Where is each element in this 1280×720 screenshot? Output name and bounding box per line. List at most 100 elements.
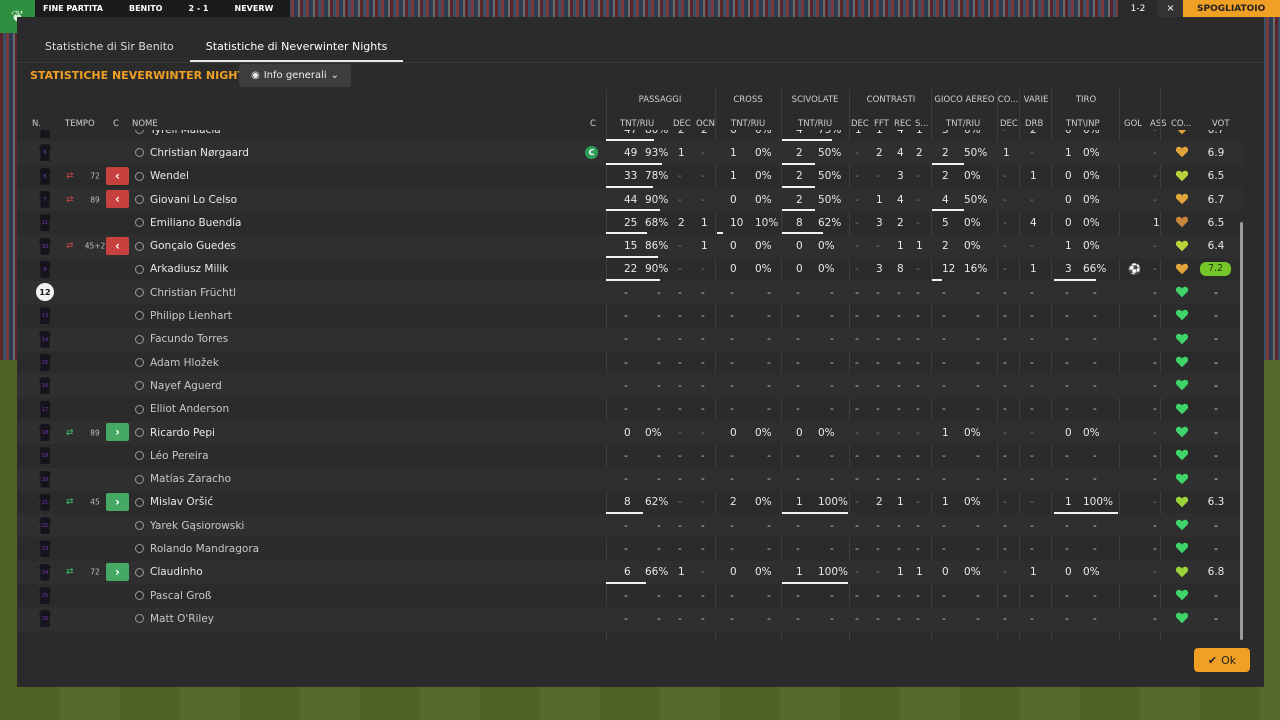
player-name[interactable]: Pascal Groß [150,590,212,602]
column-header-sciv-tr[interactable]: TNT/RIU [798,119,832,129]
player-name[interactable]: Facundo Torres [150,333,228,345]
shirt-icon: 22 [39,517,51,535]
player-name[interactable]: Matt O'Riley [150,613,214,625]
table-row[interactable]: 10 ⇄ 45+2 ‹ Gonçalo Guedes 15 86% -1 0 0% 0 0% - -1 1 2… [17,234,1243,258]
player-name[interactable]: Giovani Lo Celso [150,194,237,206]
column-header-pass-ocn[interactable]: OCN [696,119,715,129]
column-header-aereo-tr[interactable]: TNT/RIU [946,119,980,129]
empty-stat: - [830,589,834,602]
player-name[interactable]: Philipp Lienhart [150,310,232,322]
column-header-con-dec[interactable]: DEC [851,119,869,129]
contrasti-value: 1 [916,240,923,253]
column-header-ass[interactable]: ASS [1150,119,1167,129]
player-name[interactable]: Arkadiusz Milik [150,263,228,275]
column-header-con-rec[interactable]: REC [894,119,911,129]
player-name[interactable]: Yarek Gąsiorowski [150,520,244,532]
table-row[interactable]: 25 Pascal Groß - - - - - - - - - - - - - - - - - - - - [17,584,1243,607]
table-row[interactable]: 22 Yarek Gąsiorowski - - - - - - - - - - - - - - - - - - - - [17,514,1243,538]
empty-stat: - [1153,403,1157,416]
empty-stat: - [855,449,859,462]
contrasti-value: - [916,170,920,183]
condition-heart-icon [1175,170,1189,181]
column-header-pass-dec[interactable]: DEC [673,119,691,129]
assists: - [1153,263,1157,276]
player-name[interactable]: Tyrell Malacia [150,130,221,136]
table-row[interactable]: 23 Rolando Mandragora - - - - - - - - - - - - - - - - - - - - [17,537,1243,560]
condition-heart-icon [1175,426,1189,438]
ok-button[interactable]: ✔ Ok [1194,648,1250,672]
player-name[interactable]: Nayef Aguerd [150,380,222,392]
column-header-gol[interactable]: GOL [1124,119,1142,129]
scrollbar[interactable] [1240,222,1243,640]
table-row[interactable]: 26 Matt O'Riley - - - - - - - - - - - - - - - - - - - - [17,607,1243,631]
table-row[interactable]: 24 ⇄ 72 › Claudinho 6 66% 1-0 0% 1 100% - -1 1 0 0% -1 0 0… [17,560,1243,584]
column-header-con-fft[interactable]: FFT [874,119,889,129]
column-header-vot[interactable]: VOT [1212,119,1230,129]
column-header-co[interactable]: CO... [1171,119,1191,129]
pass-ocn: - [701,193,705,206]
table-row[interactable]: 11 Emiliano Buendía 25 68% 2 1 10 10% 8 62% -3 2-5 0… [17,211,1243,235]
column-header-c2[interactable]: C [590,119,596,129]
column-header-cross-tr[interactable]: TNT/RIU [731,119,765,129]
column-header-co-dec[interactable]: DEC [1000,119,1018,129]
tab-home-stats[interactable]: Statistiche di Sir Benito [29,40,190,62]
player-name[interactable]: Emiliano Buendía [150,217,241,229]
tab-away-stats[interactable]: Statistiche di Neverwinter Nights [189,40,404,62]
cross-attempted: 1 [730,170,737,183]
tackle-pct: 0% [818,426,835,439]
view-dropdown[interactable]: ◉ Info generali ⌄ [239,64,351,87]
player-name[interactable]: Christian Nørgaard [150,147,249,159]
player-name[interactable]: Christian Früchtl [150,287,236,299]
player-name[interactable]: Ricardo Pepi [150,427,215,439]
column-header-num[interactable]: N. [32,119,41,129]
aerial-pct: 0% [964,496,981,509]
dressing-room-button[interactable]: SPOGLIATOIO [1183,0,1280,17]
empty-stat: - [678,589,682,602]
player-name[interactable]: Matías Zaracho [150,473,231,485]
aerial-attempted: 4 [942,193,949,206]
table-row[interactable]: 15 Adam Hložek - - - - - - - - - - - - - - - - - - - - [17,351,1243,374]
player-name[interactable]: Léo Pereira [150,450,209,462]
column-header-tempo[interactable]: TEMPO [65,119,95,129]
table-row[interactable]: 20 Matías Zaracho - - - - - - - - - - - - - - - - - - - - [17,467,1243,491]
assists: 1 [1153,216,1160,229]
aerial-pct: 50% [964,193,988,206]
player-name[interactable]: Gonçalo Guedes [150,240,236,252]
empty-stat: - [942,333,946,346]
empty-stat: - [1065,356,1069,369]
shirt-icon: 14 [39,330,51,348]
table-row[interactable]: 9 Arkadiusz Milik 22 90% - -0 0% 0 0% -3 8-12 16% -1… [17,258,1243,282]
shirt-icon: 9 [39,260,51,278]
close-icon[interactable]: × [1158,0,1183,17]
table-row[interactable]: 18 ⇄ 89 › Ricardo Pepi 0 0% - -0 0% 0 0% - - - -1 0% - -0 0… [17,420,1243,445]
column-header-pass-tr[interactable]: TNT/RIU [620,119,654,129]
column-header-con-s[interactable]: S... [915,119,929,129]
table-row[interactable]: 8 ⇄ 72 ‹ Wendel 33 78% - -1 0% 2 50% - -3-2 0% -1 0 0% -6.… [17,165,1243,188]
contrasti-value: 1 [897,496,904,509]
empty-stat: - [830,473,834,486]
table-row[interactable]: 4 Tyrell Malacia 47 80% 2 2 6 0% 4 75% 1 1 4 1 3 0% - 2 0 0… [17,130,1243,142]
column-header-c1[interactable]: C [113,119,119,129]
table-row[interactable]: 14 Facundo Torres - - - - - - - - - - - - - - - - - - - - [17,327,1243,351]
player-name[interactable]: Elliot Anderson [150,403,229,415]
player-table: 4Tyrell Malacia4780%2260%475%114130%-200… [17,130,1243,640]
table-row[interactable]: 7 ⇄ 89 ‹ Giovani Lo Celso 44 90% - -0 0% 2 50% -1 4-4… [17,187,1243,212]
table-row[interactable]: 6 Christian Nørgaard C 49 93% 1-1 0% 2 50% -2 4 2 2 5… [17,141,1243,165]
column-header-varie-drb[interactable]: DRB [1025,119,1043,129]
player-name[interactable]: Claudinho [150,566,203,578]
column-header-nome[interactable]: NOME [132,119,158,129]
table-row[interactable]: 16 Nayef Aguerd - - - - - - - - - - - - - - - - - - - - [17,374,1243,398]
player-name[interactable]: Wendel [150,170,189,182]
player-name[interactable]: Adam Hložek [150,357,219,369]
table-row[interactable]: 19 Léo Pereira - - - - - - - - - - - - - - - - - - - - [17,444,1243,467]
table-row[interactable]: 21 ⇄ 45 › Mislav Oršić 8 62% - -2 0% 1 100% -2 1-1 0% -… [17,491,1243,515]
table-row[interactable]: 12 Christian Früchtl - - - - - - - - - - - - - - - - - - - - [17,281,1243,305]
empty-stat: - [830,379,834,392]
table-row[interactable]: 13 Philipp Lienhart - - - - - - - - - - - - - - - - - - - - [17,304,1243,327]
table-row[interactable]: 17 Elliot Anderson - - - - - - - - - - - - - - - - - - - - [17,398,1243,421]
empty-stat: - [976,589,980,602]
condition-heart-icon [1175,543,1189,554]
player-name[interactable]: Rolando Mandragora [150,543,259,555]
column-header-tiro-tr[interactable]: TNT\INP [1066,119,1100,129]
player-name[interactable]: Mislav Oršić [150,496,213,508]
